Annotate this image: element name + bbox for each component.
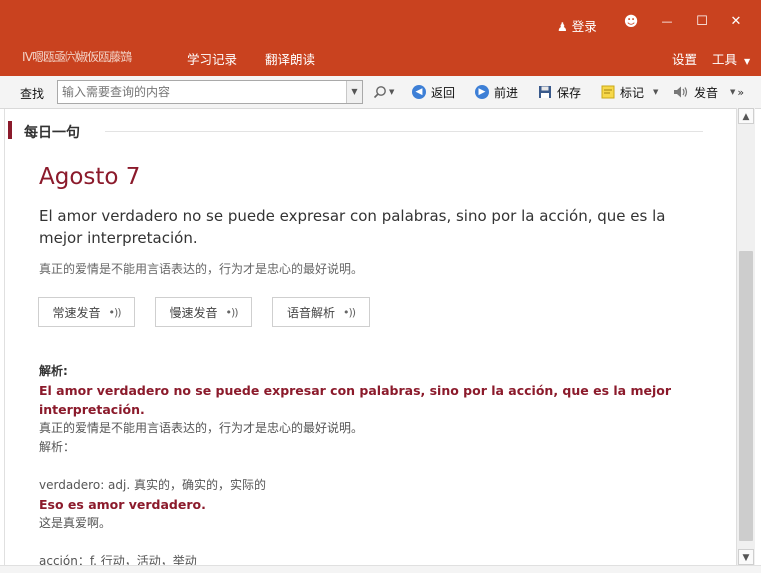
back-button[interactable]: ◀ 返回: [412, 82, 455, 102]
search-input[interactable]: [62, 83, 342, 100]
forward-label: 前进: [494, 85, 519, 100]
slow-speed-button[interactable]: 慢速发音 •)): [155, 297, 252, 327]
speak-button[interactable]: 发音 ▼ »: [673, 82, 744, 102]
scroll-down-arrow[interactable]: ▼: [738, 549, 754, 565]
voice-analysis-label: 语音解析: [286, 305, 335, 320]
vocab-definition: verdadero: adj. 真实的，确实的，实际的: [39, 478, 266, 492]
settings-menu[interactable]: 设置: [672, 49, 697, 68]
login-button[interactable]: ♟ 登录: [557, 16, 597, 35]
normal-speed-button[interactable]: 常速发音 •)): [38, 297, 135, 327]
forward-arrow-icon: ▶: [475, 85, 489, 99]
back-arrow-icon: ◀: [412, 85, 426, 99]
save-button[interactable]: 保存: [538, 82, 581, 102]
toolbar: 查找 ▼ ▼ ◀ 返回 ▶ 前进 保存 标记 ▼ 发音 ▼ »: [0, 76, 761, 109]
chevron-down-icon: ▼: [389, 88, 395, 96]
floppy-disk-icon: [539, 86, 551, 98]
search-button[interactable]: ▼: [373, 82, 394, 102]
analysis-translation: 真正的爱情是不能用言语表达的，行为才是忠心的最好说明。: [39, 421, 364, 435]
tools-menu[interactable]: 工具 ▼: [712, 49, 750, 68]
title-bar: Ⅳ嗯瓯亟㈥婌仮瓯藤鷑 学习记录 翻译朗读 ♟ 登录 ☻ — ☐ ✕ 设置 工具 …: [0, 0, 761, 76]
chevron-down-icon: ▼: [744, 57, 751, 66]
user-icon: ♟: [557, 20, 568, 34]
vocab-example: Eso es amor verdadero.: [39, 497, 206, 512]
maximize-button[interactable]: ☐: [691, 10, 713, 34]
chevron-down-icon: ▼: [351, 87, 358, 96]
section-title: 每日一句: [24, 125, 80, 141]
analysis-section: 解析: El amor verdadero no se puede expres…: [39, 362, 699, 571]
sound-wave-icon: •)): [225, 305, 238, 319]
minimize-button[interactable]: —: [656, 10, 678, 34]
daily-sentence-panel: 每日一句 Agosto 7 El amor verdadero no se pu…: [4, 109, 737, 572]
forward-button[interactable]: ▶ 前进: [475, 82, 518, 102]
chevron-down-icon: ▼: [730, 88, 736, 96]
voice-analysis-button[interactable]: 语音解析 •)): [272, 297, 370, 327]
mark-button[interactable]: 标记 ▼: [601, 82, 658, 102]
scroll-up-arrow[interactable]: ▲: [738, 108, 754, 124]
vocab-example-translation: 这是真爱啊。: [39, 516, 112, 530]
app-menu-garbled-text[interactable]: Ⅳ嗯瓯亟㈥婌仮瓯藤鷑: [22, 48, 132, 65]
tools-label: 工具: [712, 52, 738, 67]
speak-label: 发音: [694, 85, 719, 100]
smiley-icon[interactable]: ☻: [620, 10, 642, 34]
speaker-icon: [674, 86, 688, 98]
section-divider: [105, 131, 703, 132]
vertical-scrollbar[interactable]: ▲ ▼: [736, 108, 755, 565]
nav-study-record[interactable]: 学习记录: [187, 49, 237, 68]
daily-sentence: El amor verdadero no se puede expresar c…: [39, 207, 666, 247]
analysis-heading: 解析:: [39, 364, 68, 378]
search-box[interactable]: ▼: [57, 80, 363, 104]
note-icon: [601, 85, 615, 99]
section-accent-bar: [8, 121, 12, 139]
mark-label: 标记: [620, 85, 645, 100]
close-button[interactable]: ✕: [725, 10, 747, 34]
scroll-thumb[interactable]: [739, 251, 753, 541]
daily-translation: 真正的爱情是不能用言语表达的，行为才是忠心的最好说明。: [39, 262, 364, 276]
search-dropdown-button[interactable]: ▼: [346, 81, 362, 103]
sound-wave-icon: •)): [342, 305, 356, 319]
overflow-icon[interactable]: »: [737, 86, 744, 99]
login-label: 登录: [571, 19, 597, 34]
analysis-sub-label: 解析：: [39, 440, 76, 454]
find-label: 查找: [20, 87, 45, 101]
save-label: 保存: [557, 85, 582, 100]
slow-speed-label: 慢速发音: [169, 305, 218, 320]
search-icon: [373, 86, 386, 99]
back-label: 返回: [431, 85, 456, 100]
chevron-down-icon: ▼: [653, 88, 659, 96]
normal-speed-label: 常速发音: [52, 305, 101, 320]
sentence-date: Agosto 7: [39, 164, 141, 190]
sound-wave-icon: •)): [108, 305, 121, 319]
analysis-sentence: El amor verdadero no se puede expresar c…: [39, 383, 671, 417]
nav-translate-read[interactable]: 翻译朗读: [265, 49, 315, 68]
